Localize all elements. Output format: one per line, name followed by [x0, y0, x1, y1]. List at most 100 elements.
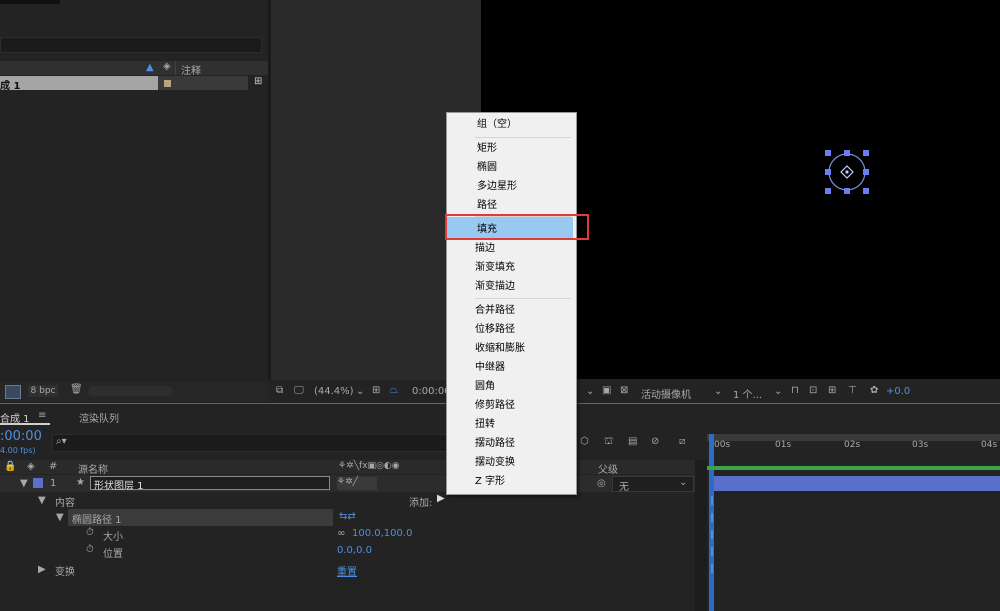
viewer-timecode[interactable]: 0:00:00 — [412, 386, 451, 397]
tab-menu-icon[interactable]: ≡ — [38, 410, 46, 421]
project-item-row-extra[interactable]: ⊞ — [158, 76, 262, 90]
graph-editor-icon[interactable]: ⧄ — [679, 436, 685, 447]
contents-row[interactable]: ▼ 内容 添加: ▶ — [0, 492, 695, 509]
timeline-fps: 4.00 fps) — [0, 446, 36, 455]
position-label: 位置 — [103, 549, 123, 560]
sort-arrow-icon[interactable]: ▲ — [146, 62, 154, 73]
project-item-row[interactable]: 成 1 — [0, 76, 158, 92]
toggle-pixel-aspect-icon[interactable]: ⊓ — [791, 385, 799, 396]
expand-arrow-icon[interactable]: ▼ — [56, 512, 64, 523]
position-value[interactable]: 0.0,0.0 — [337, 545, 372, 556]
expand-arrow-icon[interactable]: ▼ — [38, 495, 46, 506]
label-color-swatch[interactable] — [164, 80, 171, 87]
exposure-value[interactable]: +0.0 — [886, 386, 910, 397]
add-label[interactable]: 添加: — [409, 494, 432, 509]
project-search-input[interactable] — [0, 37, 262, 53]
menu-item-gradient-stroke[interactable]: 渐变描边 — [447, 277, 571, 296]
active-tab-indicator — [0, 423, 50, 425]
timeline-timecode[interactable]: :00:00 — [0, 429, 42, 444]
views-dropdown[interactable]: 1 个... — [733, 386, 762, 401]
menu-item-wiggle-transform[interactable]: 摆动变换 — [447, 453, 571, 472]
label-tag-icon[interactable]: ◈ — [27, 461, 35, 472]
menu-item-zig-zag[interactable]: Z 字形 — [447, 472, 571, 491]
draft-3d-icon[interactable]: ⬡ — [580, 436, 589, 447]
timeline-search-input[interactable]: ⌕▾ — [52, 434, 448, 452]
region-of-interest-icon[interactable]: ▣ — [602, 385, 611, 396]
timeline-splitter[interactable] — [695, 460, 707, 611]
size-value[interactable]: 100.0,100.0 — [352, 528, 412, 539]
menu-item-gradient-fill[interactable]: 渐变填充 — [447, 258, 571, 277]
menu-item-wiggle-paths[interactable]: 摆动路径 — [447, 434, 571, 453]
menu-item-group-empty[interactable]: 组（空） — [449, 115, 573, 134]
layer-duration-bar[interactable] — [714, 476, 1000, 491]
add-menu-icon[interactable]: ▶ — [437, 493, 445, 504]
layer-row[interactable]: ▼ 1 ★ 形状图层 1 ⚘✲╱ ◎ 无 ⌄ — [0, 475, 695, 493]
new-composition-icon[interactable] — [5, 385, 21, 399]
layer-label-color[interactable] — [33, 478, 43, 488]
ruler-label: 00s — [714, 440, 731, 450]
menu-item-round-corners[interactable]: 圆角 — [447, 377, 571, 396]
path-direction-icons[interactable]: ⇆⇄ — [339, 511, 356, 522]
ellipse-shape-selection[interactable] — [822, 147, 872, 197]
fast-preview-icon[interactable]: ⊡ — [809, 385, 817, 396]
comp-flow-icon[interactable]: ⊞ — [254, 76, 262, 87]
transparency-grid-icon[interactable]: ⊠ — [620, 385, 628, 396]
shape-star-icon: ★ — [76, 477, 85, 488]
reset-link[interactable]: 重置 — [337, 563, 357, 578]
always-preview-icon[interactable]: ⧉ — [276, 385, 283, 396]
ellipse-path-row[interactable]: ▼ 椭圆路径 1 ⇆⇄ — [0, 509, 695, 526]
zoom-chevron-icon[interactable]: ⌄ — [356, 386, 364, 397]
project-scrollbar[interactable] — [88, 386, 173, 396]
motion-blur-icon[interactable]: ⊘ — [651, 436, 659, 447]
position-property-row[interactable]: ⏱ 位置 0.0,0.0 — [0, 543, 695, 560]
ellipse-path-label[interactable]: 椭圆路径 1 — [72, 511, 122, 526]
parent-column-header[interactable]: 父级 — [598, 461, 618, 476]
trash-icon[interactable]: 🗑 — [70, 384, 83, 395]
menu-item-pucker-bloat[interactable]: 收缩和膨胀 — [447, 339, 571, 358]
menu-item-rectangle[interactable]: 矩形 — [449, 139, 573, 158]
menu-item-merge-paths[interactable]: 合并路径 — [447, 301, 571, 320]
label-tag-icon[interactable]: ◈ — [163, 61, 171, 72]
menu-item-polystar[interactable]: 多边星形 — [449, 177, 573, 196]
layer-name-field[interactable]: 形状图层 1 — [90, 476, 330, 492]
shy-layers-icon[interactable]: ⛫ — [604, 436, 613, 449]
menu-item-repeater[interactable]: 中继器 — [447, 358, 571, 377]
comment-column-header[interactable]: 注释 — [181, 62, 201, 77]
menu-item-stroke[interactable]: 描边 — [447, 239, 571, 258]
channel-chevron-icon[interactable]: ⌄ — [586, 386, 594, 397]
zoom-dropdown[interactable]: (44.4%) — [314, 386, 354, 397]
timeline-icon[interactable]: ⊞ — [828, 385, 836, 396]
stopwatch-icon[interactable]: ⏱ — [86, 527, 94, 538]
monitor-icon[interactable]: 🖵 — [294, 385, 304, 396]
frame-blending-icon[interactable]: ▤ — [628, 436, 637, 447]
project-bottom-bar: 8 bpc 🗑 — [0, 382, 268, 402]
constrain-link-icon[interactable]: ∞ — [337, 528, 345, 539]
camera-chevron-icon[interactable]: ⌄ — [714, 386, 722, 397]
grid-icon[interactable]: ⊞ — [372, 385, 380, 396]
layer-switches[interactable]: ⚘✲╱ — [337, 477, 377, 490]
menu-item-offset-paths[interactable]: 位移路径 — [447, 320, 571, 339]
tab-render-queue[interactable]: 渲染队列 — [79, 410, 119, 425]
bit-depth-button[interactable]: 8 bpc — [28, 385, 58, 397]
chevron-down-icon: ⌄ — [679, 477, 688, 488]
lock-icon[interactable]: 🔒 — [4, 461, 16, 472]
expand-arrow-icon[interactable]: ▼ — [20, 478, 28, 489]
reset-exposure-icon[interactable]: ✿ — [870, 385, 878, 396]
menu-item-trim-paths[interactable]: 修剪路径 — [447, 396, 571, 415]
size-property-row[interactable]: ⏱ 大小 ∞ 100.0,100.0 — [0, 526, 695, 543]
source-name-column-header[interactable]: 源名称 — [78, 461, 108, 476]
transform-row[interactable]: ▶ 变换 重置 — [0, 561, 695, 578]
comp-flowchart-icon[interactable]: ⊤ — [848, 385, 857, 396]
parent-pickwhip-icon[interactable]: ◎ — [597, 478, 606, 489]
work-area-range[interactable] — [707, 466, 1000, 470]
views-chevron-icon[interactable]: ⌄ — [774, 386, 782, 397]
expand-arrow-icon[interactable]: ▶ — [38, 564, 46, 575]
stopwatch-icon[interactable]: ⏱ — [86, 544, 94, 555]
menu-item-ellipse[interactable]: 椭圆 — [449, 158, 573, 177]
current-time-indicator[interactable] — [709, 434, 714, 611]
parent-dropdown[interactable]: 无 ⌄ — [612, 476, 694, 493]
menu-item-path[interactable]: 路径 — [449, 196, 573, 215]
mask-visibility-icon[interactable]: ⏢ — [390, 385, 398, 396]
camera-dropdown[interactable]: 活动摄像机 — [641, 386, 691, 401]
menu-item-twist[interactable]: 扭转 — [447, 415, 571, 434]
